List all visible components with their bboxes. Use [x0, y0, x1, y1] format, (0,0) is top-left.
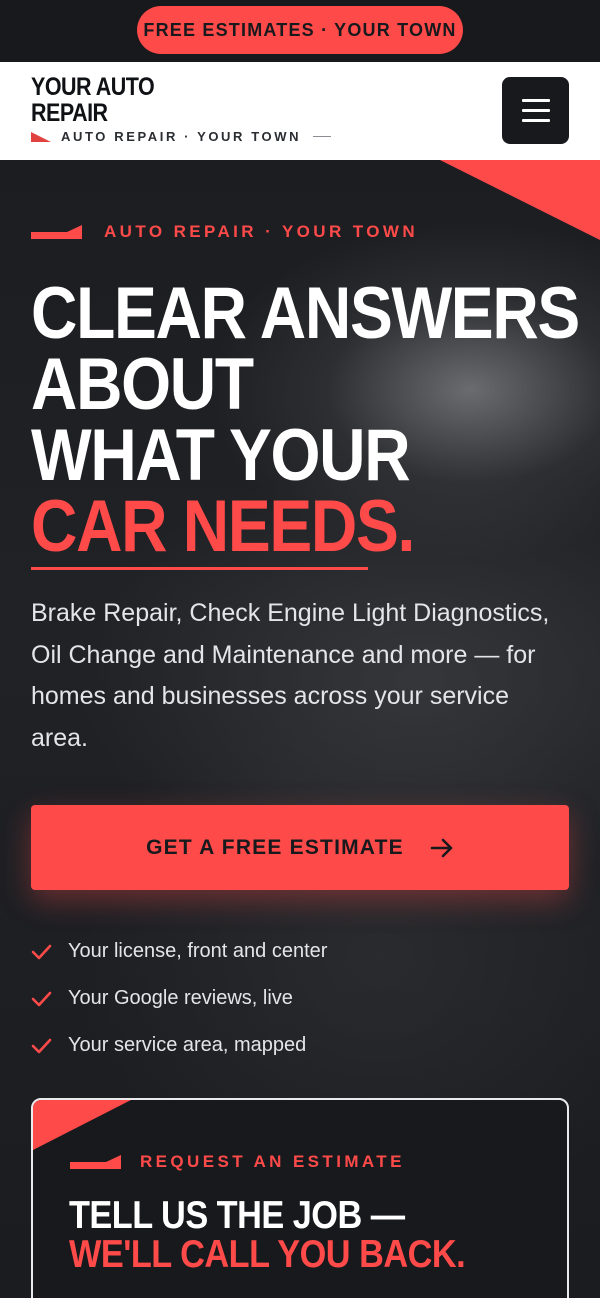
- checklist-text: Your license, front and center: [68, 940, 328, 962]
- headline-line-1: CLEAR ANSWERS: [31, 273, 580, 354]
- estimate-request-card: REQUEST AN ESTIMATE TELL US THE JOB — WE…: [31, 1098, 569, 1298]
- checklist-text: Your Google reviews, live: [68, 987, 293, 1009]
- menu-bar-2: [521, 109, 550, 112]
- logo-flag-icon: [31, 131, 51, 142]
- hero-section: AUTO REPAIR · YOUR TOWN CLEAR ANSWERS AB…: [0, 160, 600, 1298]
- menu-bar-1: [521, 99, 550, 102]
- logo-line-1: YOUR AUTO: [31, 73, 155, 101]
- cta-label: GET A FREE ESTIMATE: [146, 835, 404, 859]
- checklist-text: Your service area, mapped: [68, 1034, 307, 1056]
- eyebrow-flag-icon: [31, 225, 82, 239]
- eyebrow-flag-icon: [70, 1155, 121, 1169]
- tagline-dash: [313, 135, 332, 138]
- checklist-item: Your license, front and center: [31, 928, 327, 975]
- checklist-item: Your Google reviews, live: [31, 975, 327, 1022]
- checkmark-icon: [31, 944, 52, 959]
- arrow-right-icon: [430, 838, 453, 857]
- checkmark-icon: [31, 1038, 52, 1053]
- menu-bar-3: [521, 119, 550, 122]
- card-corner-accent: [33, 1100, 131, 1150]
- site-header: YOUR AUTO REPAIR AUTO REPAIR · YOUR TOWN: [0, 62, 600, 160]
- headline-line-2: ABOUT: [31, 344, 254, 425]
- card-eyebrow: REQUEST AN ESTIMATE: [69, 1152, 405, 1172]
- headline-accent: CAR NEEDS.: [31, 486, 415, 567]
- logo[interactable]: YOUR AUTO REPAIR: [31, 74, 177, 126]
- checklist-item: Your service area, mapped: [31, 1022, 327, 1069]
- card-title-line-2: WE'LL CALL YOU BACK.: [69, 1233, 466, 1276]
- card-eyebrow-text: REQUEST AN ESTIMATE: [140, 1152, 405, 1171]
- get-free-estimate-button[interactable]: GET A FREE ESTIMATE: [31, 805, 569, 890]
- hero-description: Brake Repair, Check Engine Light Diagnos…: [31, 599, 550, 752]
- card-title-line-1: TELL US THE JOB —: [69, 1194, 405, 1237]
- feature-checklist: Your license, front and center Your Goog…: [31, 928, 327, 1069]
- headline-underline: [31, 567, 368, 570]
- hero-headline: CLEAR ANSWERS ABOUT WHAT YOUR CAR NEEDS.: [31, 273, 580, 567]
- top-announcement-bar: FREE ESTIMATES · YOUR TOWN: [0, 0, 600, 62]
- card-title: TELL US THE JOB — WE'LL CALL YOU BACK.: [69, 1196, 527, 1274]
- logo-line-2: REPAIR: [31, 99, 108, 127]
- hamburger-menu-button[interactable]: [502, 77, 569, 144]
- free-estimates-pill[interactable]: FREE ESTIMATES · YOUR TOWN: [137, 6, 463, 54]
- hero-eyebrow-text: AUTO REPAIR · YOUR TOWN: [104, 222, 419, 241]
- hero-eyebrow: AUTO REPAIR · YOUR TOWN: [31, 222, 418, 242]
- headline-line-3: WHAT YOUR: [31, 415, 411, 496]
- logo-tagline-row: AUTO REPAIR · YOUR TOWN: [31, 129, 332, 144]
- logo-tagline: AUTO REPAIR · YOUR TOWN: [61, 129, 302, 144]
- checkmark-icon: [31, 991, 52, 1006]
- hero-corner-accent: [440, 160, 600, 240]
